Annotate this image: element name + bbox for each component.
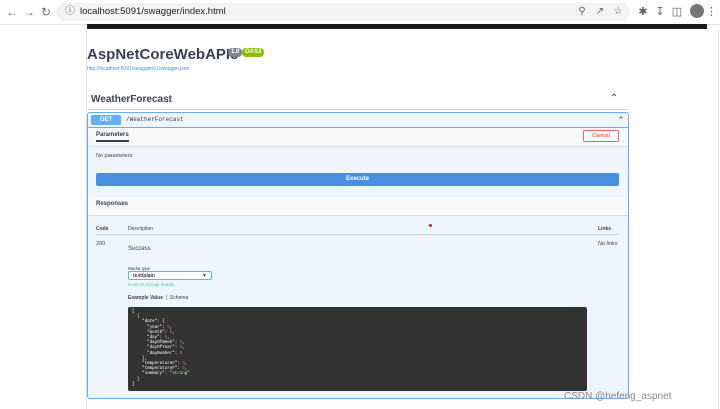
operation-get-weatherforecast: GET /WeatherForecast ⌃ Parameters Cancel… xyxy=(87,112,629,399)
tab-parameters[interactable]: Parameters xyxy=(96,132,129,142)
tab-separator: | xyxy=(164,295,169,301)
response-links: No links xyxy=(598,241,618,247)
tab-example-value[interactable]: Example Value xyxy=(128,295,163,301)
column-header-links: Links xyxy=(598,226,612,232)
swagger-topbar xyxy=(87,24,707,29)
responses-title: Responses xyxy=(96,201,129,207)
sidepanel-icon[interactable]: ◫ xyxy=(670,5,684,19)
api-title: AspNetCoreWebAPI8 xyxy=(87,46,239,63)
back-arrow-icon[interactable]: ← xyxy=(5,5,19,19)
menu-kebab-icon[interactable]: ⋮ xyxy=(706,5,717,19)
star-icon[interactable]: ☆ xyxy=(612,6,624,18)
cancel-button[interactable]: Cancel xyxy=(583,130,619,142)
forward-arrow-icon[interactable]: → xyxy=(22,5,36,19)
column-header-code: Code xyxy=(96,226,109,232)
download-icon[interactable]: ↧ xyxy=(653,5,667,19)
media-type-select[interactable]: text/plain ▼ xyxy=(128,271,212,280)
profile-avatar[interactable] xyxy=(690,4,704,18)
media-type-value: text/plain xyxy=(133,273,155,279)
site-info-icon[interactable]: ⓘ xyxy=(64,6,76,18)
oas-badge: OAS3 xyxy=(242,48,265,57)
operation-path: /WeatherForecast xyxy=(126,116,184,123)
cursor-marker xyxy=(429,224,432,227)
operation-summary[interactable]: GET /WeatherForecast ⌃ xyxy=(88,113,628,128)
response-code: 200 xyxy=(96,241,106,247)
address-bar[interactable]: ⓘ localhost:5091/swagger/index.html ⚲ ↗ … xyxy=(56,3,630,21)
example-tabs: Example Value | Schema xyxy=(128,295,188,301)
reload-icon[interactable]: ↻ xyxy=(39,5,53,19)
execute-button[interactable]: Execute xyxy=(96,173,619,186)
tab-schema[interactable]: Schema xyxy=(170,295,188,301)
method-badge: GET xyxy=(91,115,121,125)
extensions-icon[interactable]: ✱ xyxy=(636,5,650,19)
tag-header-weatherforecast[interactable]: WeatherForecast ⌃ xyxy=(88,91,628,110)
watermark: CSDN @hefeng_aspnet xyxy=(564,391,672,402)
url-text: localhost:5091/swagger/index.html xyxy=(80,6,226,17)
chevron-up-icon[interactable]: ⌃ xyxy=(616,115,626,125)
table-divider xyxy=(96,234,619,235)
version-badge: 1.0 xyxy=(228,48,243,57)
no-parameters-text: No parameters xyxy=(96,153,133,159)
spec-link[interactable]: http://localhost:5091/swagger/v1/swagger… xyxy=(87,66,189,72)
browser-toolbar: ← → ↻ ⓘ localhost:5091/swagger/index.htm… xyxy=(0,0,720,25)
example-value-code: [ { "date": { "year": 0, "month": 0, "da… xyxy=(128,307,587,391)
column-header-description: Description xyxy=(128,226,154,232)
parameters-header: Parameters Cancel xyxy=(88,128,628,147)
zoom-icon[interactable]: ⚲ xyxy=(576,6,588,18)
responses-header: Responses xyxy=(88,197,628,216)
response-description: Success xyxy=(128,246,151,252)
chevron-down-icon: ▼ xyxy=(202,273,207,279)
chevron-up-icon[interactable]: ⌃ xyxy=(608,93,620,105)
tag-name: WeatherForecast xyxy=(91,94,172,105)
share-icon[interactable]: ↗ xyxy=(594,6,606,18)
frame-right-border xyxy=(718,29,719,409)
media-type-hint: Controls Accept header. xyxy=(128,282,176,287)
